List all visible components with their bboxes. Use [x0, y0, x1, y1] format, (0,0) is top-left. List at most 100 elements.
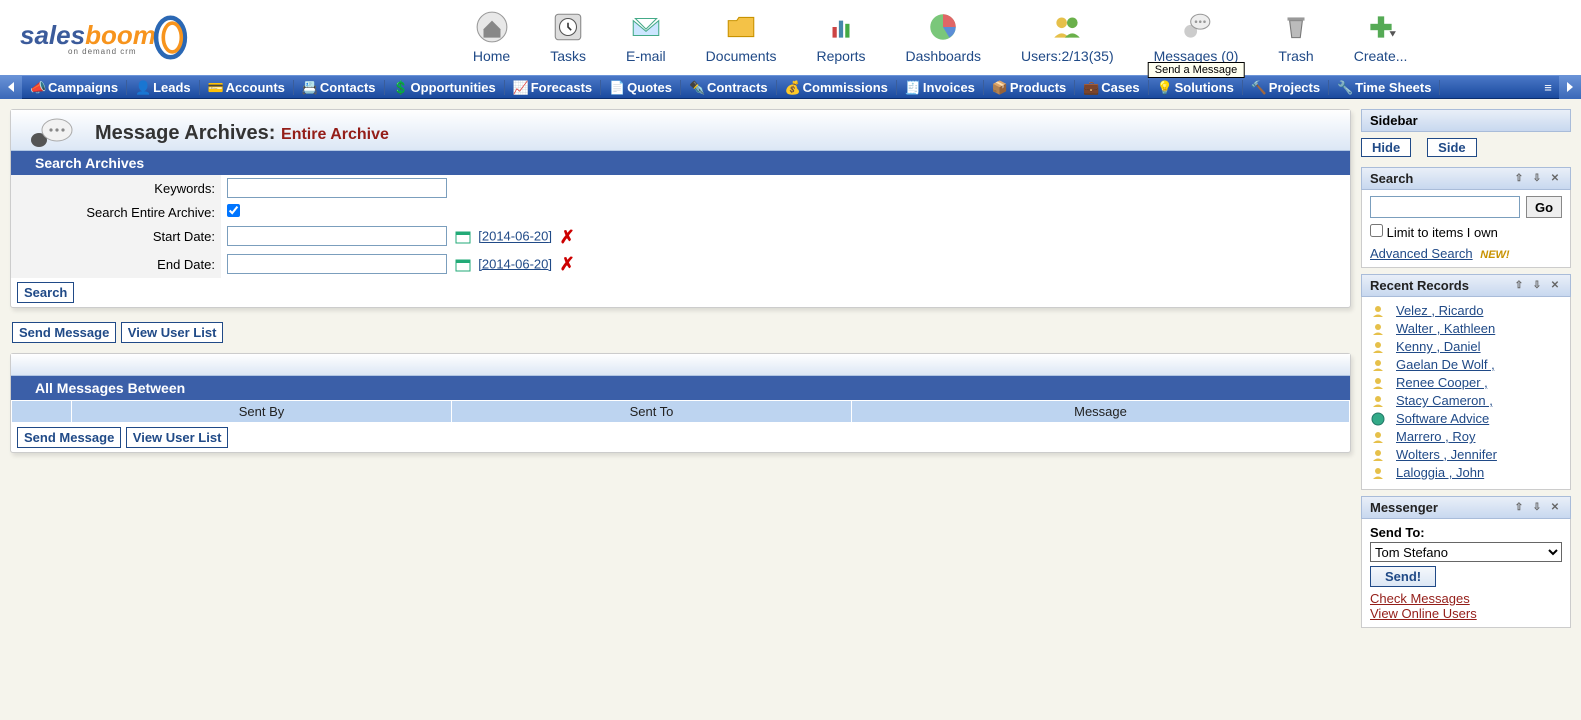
top-nav-tasks[interactable]: Tasks [550, 10, 586, 66]
contact-icon: 📇 [302, 80, 316, 94]
limit-items-checkbox[interactable] [1370, 224, 1383, 237]
person-icon [1370, 376, 1386, 390]
end-date-input[interactable] [227, 254, 447, 274]
close-icon[interactable]: ✕ [1548, 501, 1562, 515]
nav-opportunities[interactable]: 💲Opportunities [385, 80, 505, 95]
recent-record-item[interactable]: Stacy Cameron , [1370, 393, 1562, 408]
mail-icon [629, 10, 663, 44]
recent-record-item[interactable]: Wolters , Jennifer [1370, 447, 1562, 462]
quote-icon: 📄 [609, 80, 623, 94]
keywords-label: Keywords: [11, 175, 221, 201]
recent-record-item[interactable]: Velez , Ricardo [1370, 303, 1562, 318]
send-to-select[interactable]: Tom Stefano [1370, 542, 1562, 562]
top-nav-documents[interactable]: Documents [706, 10, 777, 66]
pin-icon[interactable]: ⇩ [1530, 279, 1544, 293]
recent-record-link[interactable]: Stacy Cameron , [1396, 393, 1493, 408]
recent-record-item[interactable]: Laloggia , John [1370, 465, 1562, 480]
recent-record-item[interactable]: Kenny , Daniel [1370, 339, 1562, 354]
recent-record-item[interactable]: Renee Cooper , [1370, 375, 1562, 390]
top-nav-create[interactable]: Create... [1354, 10, 1408, 66]
recent-record-link[interactable]: Laloggia , John [1396, 465, 1484, 480]
nav-contacts[interactable]: 📇Contacts [294, 80, 385, 95]
side-button[interactable]: Side [1427, 138, 1476, 157]
nav-solutions[interactable]: 💡Solutions [1149, 80, 1243, 95]
top-nav-reports[interactable]: Reports [816, 10, 865, 66]
recent-record-item[interactable]: Marrero , Roy [1370, 429, 1562, 444]
top-nav-dashboards[interactable]: Dashboards [906, 10, 982, 66]
close-icon[interactable]: ✕ [1548, 172, 1562, 186]
person-icon [1370, 340, 1386, 354]
collapse-up-icon[interactable]: ⇧ [1512, 501, 1526, 515]
pin-icon[interactable]: ⇩ [1530, 501, 1544, 515]
nav-timesheets[interactable]: 🔧Time Sheets [1329, 80, 1440, 95]
nav-cases[interactable]: 💼Cases [1075, 80, 1148, 95]
recent-record-link[interactable]: Wolters , Jennifer [1396, 447, 1497, 462]
nav-quotes[interactable]: 📄Quotes [601, 80, 681, 95]
hide-button[interactable]: Hide [1361, 138, 1411, 157]
case-icon: 💼 [1083, 80, 1097, 94]
nav-leads[interactable]: 👤Leads [127, 80, 200, 95]
recent-record-link[interactable]: Kenny , Daniel [1396, 339, 1481, 354]
collapse-up-icon[interactable]: ⇧ [1512, 279, 1526, 293]
view-user-list-button[interactable]: View User List [121, 322, 224, 343]
send-message-button-2[interactable]: Send Message [17, 427, 121, 448]
plus-icon [1364, 10, 1398, 44]
send-button[interactable]: Send! [1370, 566, 1436, 587]
nav-contracts[interactable]: ✒️Contracts [681, 80, 777, 95]
calendar-icon[interactable] [455, 230, 471, 244]
end-date-link[interactable]: [2014-06-20] [478, 256, 552, 271]
check-messages-link[interactable]: Check Messages [1370, 591, 1470, 606]
sidebar-search-input[interactable] [1370, 196, 1520, 218]
nav-invoices[interactable]: 🧾Invoices [897, 80, 984, 95]
nav-more[interactable]: ≡ [1537, 80, 1559, 95]
top-nav-trash[interactable]: Trash [1278, 10, 1313, 66]
top-nav-email[interactable]: E-mail [626, 10, 666, 66]
send-message-button[interactable]: Send Message [12, 322, 116, 343]
start-date-link[interactable]: [2014-06-20] [478, 229, 552, 244]
start-date-input[interactable] [227, 226, 447, 246]
recent-record-link[interactable]: Velez , Ricardo [1396, 303, 1483, 318]
recent-record-link[interactable]: Software Advice [1396, 411, 1489, 426]
person-icon [1370, 466, 1386, 480]
entire-archive-checkbox[interactable] [227, 204, 240, 217]
tooltip-send-message: Send a Message [1148, 62, 1245, 78]
view-online-users-link[interactable]: View Online Users [1370, 606, 1477, 621]
top-nav-users[interactable]: Users:2/13(35) [1021, 10, 1114, 66]
nav-scroll-left[interactable] [0, 75, 22, 99]
solution-icon: 💡 [1157, 80, 1171, 94]
pin-icon[interactable]: ⇩ [1530, 172, 1544, 186]
recent-record-link[interactable]: Renee Cooper , [1396, 375, 1488, 390]
logo: salesboom on demand crm [20, 15, 193, 60]
nav-products[interactable]: 📦Products [984, 80, 1075, 95]
trash-icon [1279, 10, 1313, 44]
top-nav-home[interactable]: Home [473, 10, 510, 66]
search-button[interactable]: Search [17, 282, 74, 303]
recent-record-item[interactable]: Walter , Kathleen [1370, 321, 1562, 336]
nav-projects[interactable]: 🔨Projects [1243, 80, 1329, 95]
sidebar-title: Sidebar [1361, 109, 1571, 132]
collapse-up-icon[interactable]: ⇧ [1512, 172, 1526, 186]
calendar-icon[interactable] [455, 258, 471, 272]
clear-start-date-icon[interactable]: ✗ [560, 227, 575, 248]
nav-scroll-right[interactable] [1559, 75, 1581, 99]
nav-forecasts[interactable]: 📈Forecasts [505, 80, 601, 95]
home-icon [475, 10, 509, 44]
person-icon [1370, 358, 1386, 372]
nav-commissions[interactable]: 💰Commissions [777, 80, 897, 95]
recent-record-link[interactable]: Marrero , Roy [1396, 429, 1475, 444]
nav-campaigns[interactable]: 📣Campaigns [22, 80, 127, 95]
go-button[interactable]: Go [1526, 196, 1562, 218]
person-icon [1370, 304, 1386, 318]
top-nav-messages[interactable]: Messages (0) Send a Message [1154, 10, 1239, 66]
view-user-list-button-2[interactable]: View User List [126, 427, 229, 448]
advanced-search-link[interactable]: Advanced Search [1370, 246, 1473, 261]
recent-record-link[interactable]: Gaelan De Wolf , [1396, 357, 1495, 372]
recent-record-item[interactable]: Gaelan De Wolf , [1370, 357, 1562, 372]
nav-accounts[interactable]: 💳Accounts [200, 80, 294, 95]
clear-end-date-icon[interactable]: ✗ [560, 254, 575, 275]
keywords-input[interactable] [227, 178, 447, 198]
person-icon [1370, 322, 1386, 336]
recent-record-item[interactable]: Software Advice [1370, 411, 1562, 426]
close-icon[interactable]: ✕ [1548, 279, 1562, 293]
recent-record-link[interactable]: Walter , Kathleen [1396, 321, 1495, 336]
